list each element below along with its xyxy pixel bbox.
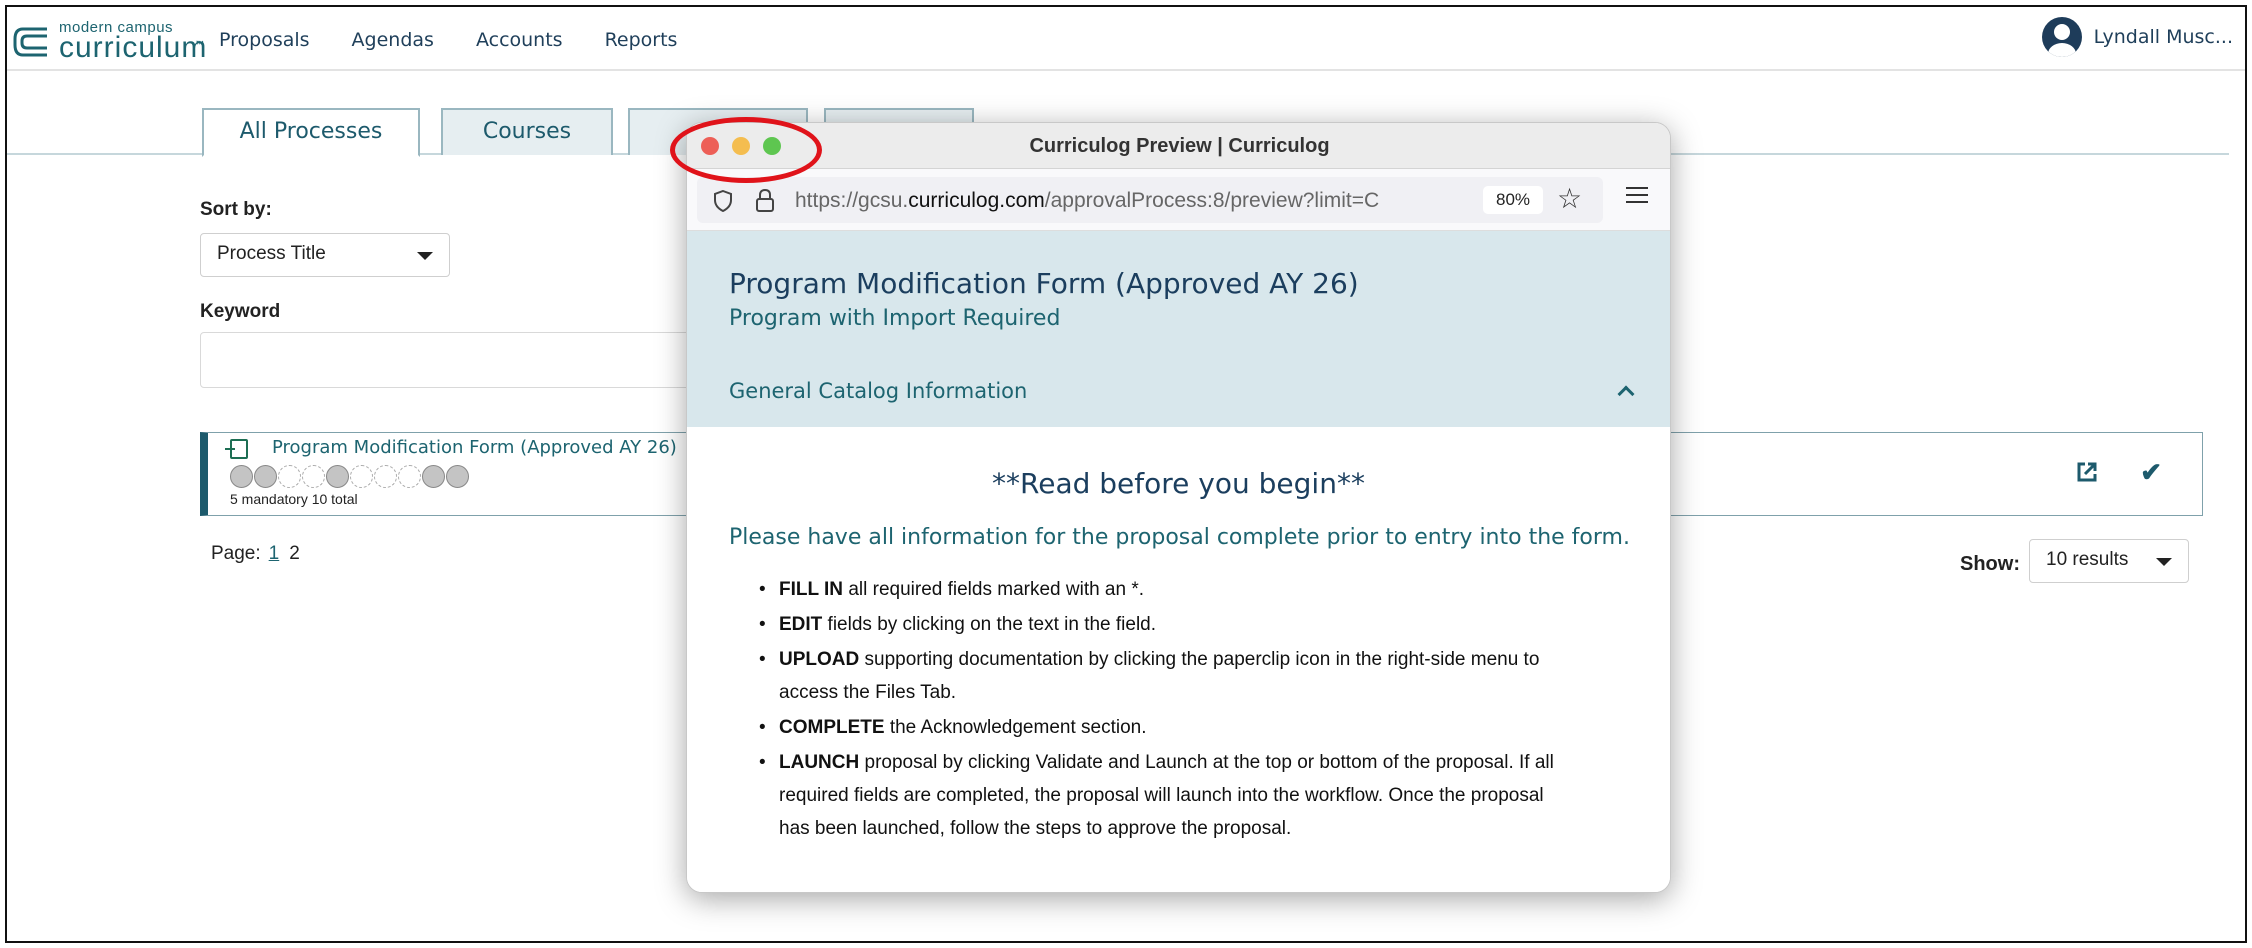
hamburger-menu-icon[interactable] bbox=[1626, 187, 1648, 203]
instruction-keyword: LAUNCH bbox=[779, 752, 860, 773]
preview-subtitle: Program with Import Required bbox=[729, 306, 1061, 331]
step-dot bbox=[302, 465, 325, 488]
step-dot bbox=[374, 465, 397, 488]
import-document-icon bbox=[225, 439, 248, 459]
instruction-item: UPLOAD supporting documentation by click… bbox=[759, 643, 1579, 709]
tab-courses[interactable]: Courses bbox=[441, 108, 613, 155]
preview-header: Program Modification Form (Approved AY 2… bbox=[687, 231, 1670, 427]
step-indicators bbox=[230, 465, 469, 488]
nav-proposals[interactable]: Proposals bbox=[219, 29, 310, 51]
step-dot bbox=[254, 465, 277, 488]
step-dot bbox=[422, 465, 445, 488]
instruction-text: all required fields marked with an *. bbox=[843, 579, 1145, 600]
instruction-text: fields by clicking on the text in the fi… bbox=[822, 614, 1157, 635]
app-frame: modern campus curriculum ™ Proposals Age… bbox=[5, 5, 2247, 943]
browser-toolbar: https://gcsu.curriculog.com/approvalProc… bbox=[687, 169, 1670, 231]
results-per-page-value: 10 results bbox=[2046, 549, 2129, 570]
window-titlebar[interactable]: Curriculog Preview | Curriculog bbox=[687, 123, 1670, 169]
main-nav: Proposals Agendas Accounts Reports bbox=[219, 29, 677, 51]
instruction-keyword: COMPLETE bbox=[779, 717, 885, 738]
avatar-icon bbox=[2041, 17, 2082, 57]
process-title[interactable]: Program Modification Form (Approved AY 2… bbox=[272, 437, 677, 458]
pagination: Page: 1 2 bbox=[211, 543, 300, 565]
instruction-text: proposal by clicking Validate and Launch… bbox=[779, 752, 1554, 839]
url-text[interactable]: https://gcsu.curriculog.com/approvalProc… bbox=[795, 189, 1481, 213]
user-menu[interactable]: Lyndall Musc... bbox=[2041, 17, 2233, 57]
step-dot bbox=[230, 465, 253, 488]
step-dot bbox=[278, 465, 301, 488]
window-title: Curriculog Preview | Curriculog bbox=[1029, 135, 1330, 157]
step-dot bbox=[398, 465, 421, 488]
instruction-keyword: UPLOAD bbox=[779, 649, 860, 670]
check-icon[interactable]: ✔ bbox=[2140, 457, 2162, 488]
preview-title: Program Modification Form (Approved AY 2… bbox=[729, 267, 1359, 300]
step-count: 5 mandatory 10 total bbox=[230, 491, 358, 507]
preview-body: **Read before you begin** Please have al… bbox=[687, 427, 1670, 892]
nav-agendas[interactable]: Agendas bbox=[352, 29, 434, 51]
show-label: Show: bbox=[1960, 553, 2020, 575]
instruction-keyword: EDIT bbox=[779, 614, 823, 635]
page-2-link[interactable]: 2 bbox=[289, 543, 300, 564]
chevron-down-icon bbox=[2156, 558, 2172, 566]
instruction-text: supporting documentation by clicking the… bbox=[779, 649, 1540, 703]
curriculum-logo-icon bbox=[13, 27, 47, 57]
instruction-item: EDIT fields by clicking on the text in t… bbox=[759, 608, 1579, 641]
lock-icon[interactable] bbox=[755, 189, 775, 213]
external-link-icon[interactable] bbox=[2076, 461, 2098, 483]
instruction-item: COMPLETE the Acknowledgement section. bbox=[759, 711, 1579, 744]
section-general-catalog[interactable]: General Catalog Information bbox=[729, 379, 1027, 403]
sort-select[interactable]: Process Title bbox=[200, 233, 450, 277]
brand-name: curriculum bbox=[59, 31, 208, 64]
annotation-circle bbox=[670, 117, 822, 183]
brand-logo[interactable]: modern campus curriculum ™ bbox=[13, 17, 206, 64]
nav-reports[interactable]: Reports bbox=[605, 29, 678, 51]
sort-value: Process Title bbox=[217, 243, 326, 264]
preview-window: Curriculog Preview | Curriculog https://… bbox=[686, 122, 1671, 893]
top-nav: modern campus curriculum ™ Proposals Age… bbox=[7, 7, 2245, 71]
page-1-link[interactable]: 1 bbox=[269, 543, 280, 564]
instruction-list: FILL IN all required fields marked with … bbox=[759, 573, 1579, 847]
instruction-item: FILL IN all required fields marked with … bbox=[759, 573, 1579, 606]
instruction-text: the Acknowledgement section. bbox=[884, 717, 1147, 738]
chevron-down-icon bbox=[417, 252, 433, 260]
instruction-keyword: FILL IN bbox=[779, 579, 844, 600]
instruction-item: LAUNCH proposal by clicking Validate and… bbox=[759, 746, 1579, 845]
address-bar[interactable]: https://gcsu.curriculog.com/approvalProc… bbox=[697, 177, 1603, 223]
page-label: Page: bbox=[211, 543, 261, 564]
read-before-notice: Please have all information for the prop… bbox=[729, 525, 1630, 550]
step-dot bbox=[326, 465, 349, 488]
bookmark-star-icon[interactable]: ☆ bbox=[1557, 183, 1582, 215]
shield-icon[interactable] bbox=[713, 190, 733, 212]
tab-all-processes[interactable]: All Processes bbox=[202, 108, 420, 157]
step-dot bbox=[446, 465, 469, 488]
keyword-label: Keyword bbox=[200, 301, 281, 322]
step-dot bbox=[350, 465, 373, 488]
results-per-page-select[interactable]: 10 results bbox=[2029, 539, 2189, 583]
sort-label: Sort by: bbox=[200, 199, 272, 220]
read-before-title: **Read before you begin** bbox=[992, 467, 1365, 500]
brand-trademark: ™ bbox=[195, 39, 204, 49]
chevron-up-icon[interactable] bbox=[1617, 385, 1635, 403]
zoom-level[interactable]: 80% bbox=[1483, 186, 1543, 214]
user-name: Lyndall Musc... bbox=[2093, 26, 2233, 48]
nav-accounts[interactable]: Accounts bbox=[476, 29, 563, 51]
